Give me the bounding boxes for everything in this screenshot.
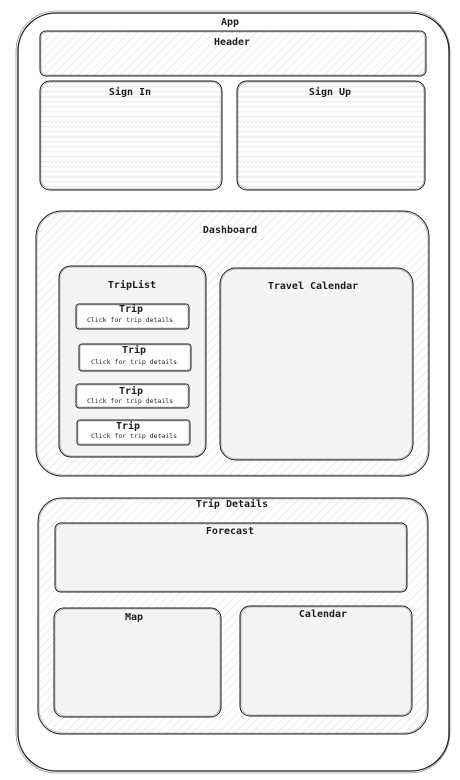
header-label: Header <box>213 37 251 48</box>
sign-in-label: Sign In <box>108 87 152 98</box>
map-label: Map <box>124 612 144 623</box>
trip-list-label: TripList <box>107 280 157 291</box>
calendar-box <box>239 605 413 717</box>
forecast-label: Forecast <box>205 526 255 537</box>
trip-card-3[interactable] <box>76 384 189 408</box>
calendar-label: Calendar <box>298 609 348 620</box>
app-label: App <box>220 17 240 28</box>
trip-details-label: Trip Details <box>195 499 269 510</box>
trip-card-4[interactable] <box>77 420 190 445</box>
map-box <box>53 607 222 718</box>
trip-card-1[interactable] <box>76 304 189 329</box>
sign-up-label: Sign Up <box>308 87 352 98</box>
travel-calendar-label: Travel Calendar <box>267 281 359 292</box>
dashboard-label: Dashboard <box>202 225 258 236</box>
diagram-canvas <box>15 10 451 774</box>
travel-calendar-box <box>219 267 414 461</box>
trip-card-2[interactable] <box>79 344 191 371</box>
